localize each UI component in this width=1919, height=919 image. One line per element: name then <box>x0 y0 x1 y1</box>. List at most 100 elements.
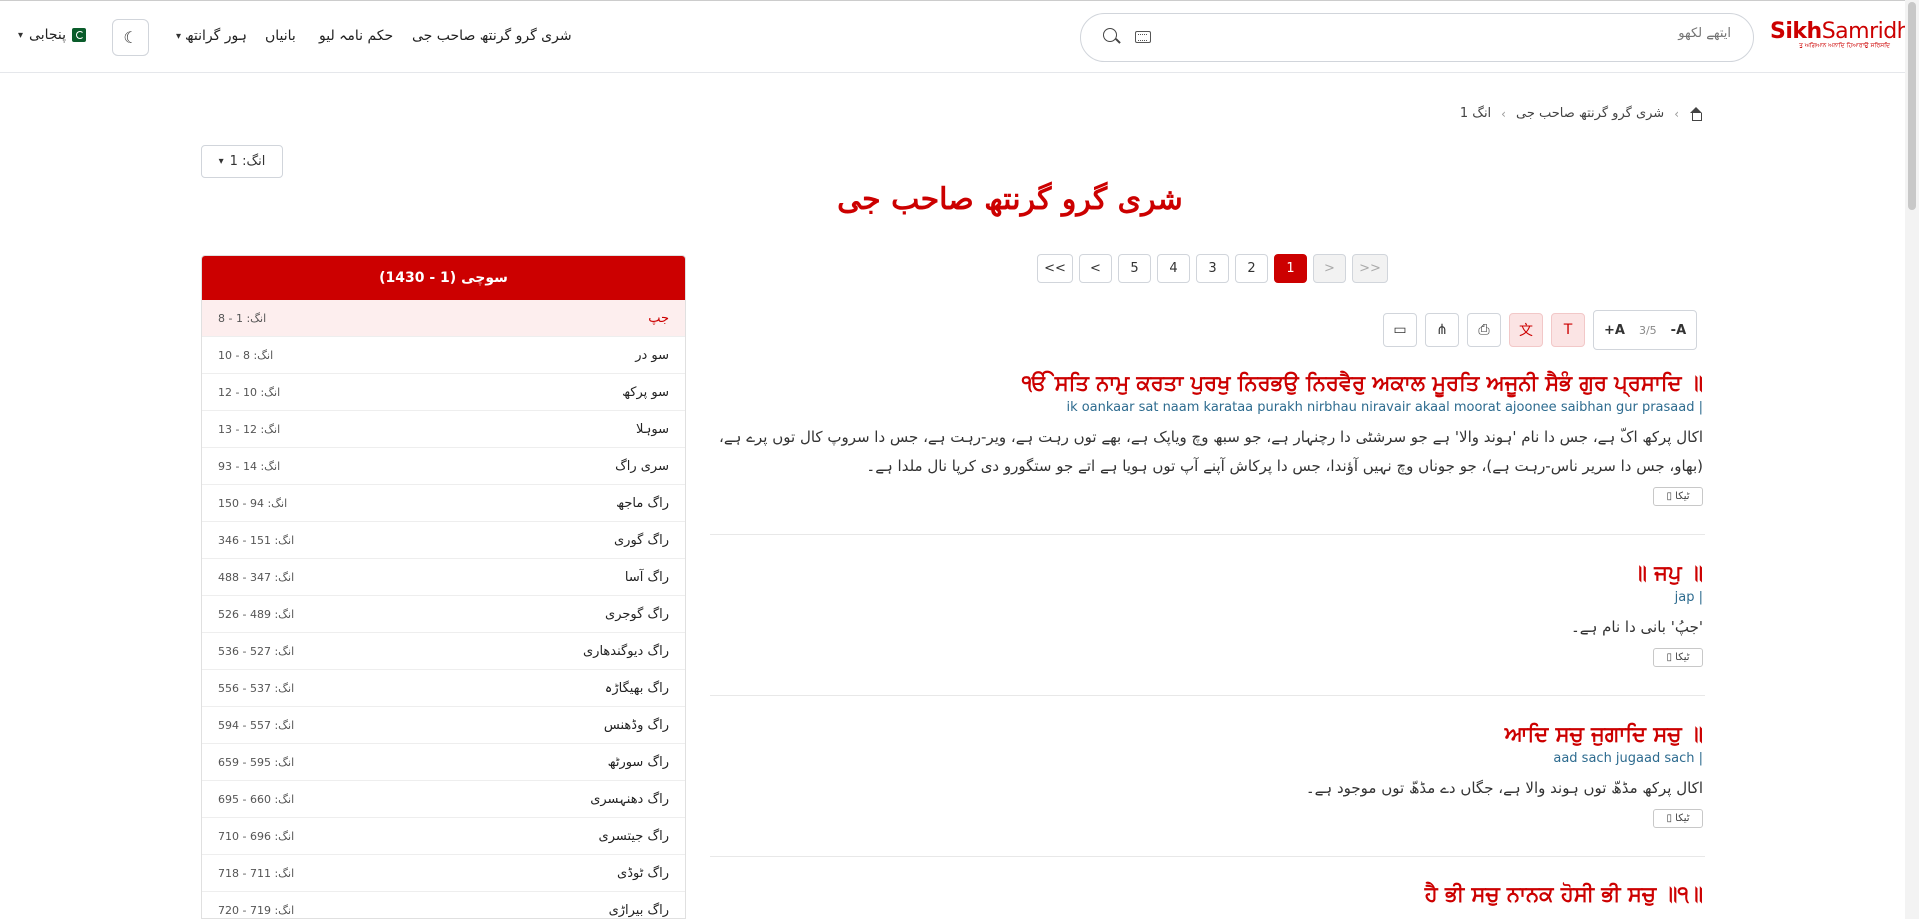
toc-item[interactable]: انگ: 595 - 659 راگ سورٹھ <box>202 744 685 781</box>
toc-item[interactable]: انگ: 12 - 13 سوہلا <box>202 411 685 448</box>
page-title: شری گرو گرنتھ صاحب جی <box>837 182 1183 217</box>
breadcrumb-sggs[interactable]: شری گرو گرنتھ صاحب جی <box>1516 106 1664 121</box>
nav-sri-guru-granth-sahib[interactable]: شری گرو گرنتھ صاحب جی <box>412 28 572 44</box>
toc-item-range: انگ: 595 - 659 <box>218 755 295 769</box>
toc-item-range: انگ: 8 - 10 <box>218 348 274 362</box>
page-last[interactable]: >> <box>1352 254 1388 283</box>
font-decrease-button[interactable]: -A <box>1661 323 1696 338</box>
toc-item[interactable]: انگ: 719 - 720 راگ بیراڑی <box>202 892 685 918</box>
font-size-value: 3/5 <box>1638 323 1657 337</box>
toc-item-range: انگ: 537 - 556 <box>218 681 295 695</box>
scrollbar-thumb[interactable] <box>1908 2 1916 210</box>
chevron-down-icon: ▾ <box>176 30 182 42</box>
toc-item[interactable]: انگ: 537 - 556 راگ بھیگاڑہ <box>202 670 685 707</box>
search-box <box>1080 13 1754 62</box>
font-increase-button[interactable]: +A <box>1594 323 1635 338</box>
share-button[interactable]: ⋔ <box>1425 313 1459 347</box>
page-2[interactable]: 2 <box>1235 254 1268 283</box>
logo-sikh: Sikh <box>1770 19 1822 44</box>
page-5[interactable]: 5 <box>1118 254 1151 283</box>
toc-item[interactable]: انگ: 696 - 710 راگ جیتسری <box>202 818 685 855</box>
keyboard-icon[interactable] <box>1135 31 1151 43</box>
ang-select[interactable]: ▾ انگ: 1 <box>201 145 283 178</box>
verse-transliteration: aad sach jugaad sach | <box>1553 751 1703 766</box>
text-icon: T <box>1563 322 1573 338</box>
toc-item-name: سوہلا <box>636 421 669 437</box>
toc-item-name: راگ وڈھنس <box>603 717 669 733</box>
toc-item[interactable]: انگ: 8 - 10 سو در <box>202 337 685 374</box>
toc-item[interactable]: انگ: 347 - 488 راگ آسا <box>202 559 685 596</box>
page-4[interactable]: 4 <box>1157 254 1190 283</box>
tika-label: ٹیکا <box>1675 813 1690 824</box>
dark-mode-toggle[interactable]: ☾ <box>112 19 149 56</box>
toc-list: انگ: 1 - 8 جپ انگ: 8 - 10 سو در انگ: 10 - 12… <box>202 300 685 918</box>
tika-button[interactable]: ▯ ٹیکا <box>1653 487 1703 506</box>
verse-block: ॥ ਜਪੁ ॥ jap | 'جپُ' بانی دا نام ہے۔ ▯ ٹی… <box>708 560 1703 667</box>
chevron-down-icon: ▾ <box>218 156 224 167</box>
logo-text: SikhSamridhi <box>1770 19 1916 44</box>
toc-item-range: انگ: 719 - 720 <box>218 903 295 917</box>
toc-item[interactable]: انگ: 10 - 12 سو پرکھ <box>202 374 685 411</box>
page-3[interactable]: 3 <box>1196 254 1229 283</box>
table-of-contents: سوچی (1 - 1430) انگ: 1 - 8 جپ انگ: 8 - 10 س… <box>201 255 686 919</box>
toc-item-range: انگ: 527 - 536 <box>218 644 295 658</box>
top-navbar: ▾ پنجابی ☾ ▾ ہور گرانتھ بانیاں حکم نامہ … <box>0 0 1919 73</box>
toc-item[interactable]: انگ: 151 - 346 راگ گوری <box>202 522 685 559</box>
toc-item[interactable]: انگ: 14 - 93 سری راگ <box>202 448 685 485</box>
text-style-toggle[interactable]: T <box>1551 313 1585 347</box>
toc-item-name: جپ <box>648 310 669 326</box>
printer-icon: ⎙ <box>1478 322 1490 338</box>
moon-icon: ☾ <box>123 28 138 47</box>
toc-item-range: انگ: 696 - 710 <box>218 829 295 843</box>
font-size-control: +A 3/5 -A <box>1593 310 1698 350</box>
toc-item-range: انگ: 12 - 13 <box>218 422 281 436</box>
search-input[interactable] <box>1211 26 1731 41</box>
nav-banis[interactable]: بانیاں <box>265 28 296 44</box>
toc-item[interactable]: انگ: 527 - 536 راگ دیوگندھاری <box>202 633 685 670</box>
breadcrumb-separator: › <box>1674 106 1679 121</box>
page-next[interactable]: > <box>1313 254 1346 283</box>
verse-meaning: اکال پرکھ اکّ ہے، جس دا نام 'ہوند والا' … <box>719 428 1703 475</box>
search-icon[interactable] <box>1103 28 1117 42</box>
page-scrollbar[interactable] <box>1905 0 1919 919</box>
page-1[interactable]: 1 <box>1274 254 1307 283</box>
tika-button[interactable]: ▯ ٹیکا <box>1653 648 1703 667</box>
home-icon[interactable] <box>1689 106 1703 121</box>
toc-item-name: راگ گوری <box>613 532 669 548</box>
nav-label: ہور گرانتھ <box>185 28 247 44</box>
nav-label: بانیاں <box>265 28 296 44</box>
sikhsamridhi-logo[interactable]: SikhSamridhi ਤੁ ਅਗਿਆਨ ਅਨਾਦਿ ਹਿਆਰਾਉ ਸਰਿਸਦ… <box>1770 19 1916 50</box>
print-button[interactable]: ⎙ <box>1467 313 1501 347</box>
verse-meaning: اکال پرکھ مڈھّ توں ہوند والا ہے، جگاں دے… <box>1305 779 1703 797</box>
language-selector[interactable]: ▾ پنجابی <box>18 27 87 43</box>
nav-label: حکم نامہ لیو <box>319 28 394 44</box>
tika-button[interactable]: ▯ ٹیکا <box>1653 809 1703 828</box>
page-first[interactable]: << <box>1037 254 1073 283</box>
page-prev[interactable]: < <box>1079 254 1112 283</box>
toc-item[interactable]: انگ: 1 - 8 جپ <box>202 300 685 337</box>
verse-block: ਆਦਿ ਸਚੁ ਜੁਗਾਦਿ ਸਚੁ ॥ aad sach jugaad sac… <box>708 721 1703 828</box>
breadcrumb-separator: › <box>1501 106 1506 121</box>
nav-hukamnama[interactable]: حکم نامہ لیو <box>319 28 393 44</box>
verse-gurmukhi: ਹੈ ਭੀ ਸਚੁ ਨਾਨਕ ਹੋਸੀ ਭੀ ਸਚੁ ॥੧॥ <box>1424 881 1703 906</box>
translation-toggle[interactable]: 文 <box>1509 313 1543 347</box>
verse-divider <box>710 856 1705 857</box>
verse-divider <box>710 695 1705 696</box>
toc-item[interactable]: انگ: 94 - 150 راگ ماجھ <box>202 485 685 522</box>
toc-item-range: انگ: 14 - 93 <box>218 459 281 473</box>
nav-more-granth[interactable]: ▾ ہور گرانتھ <box>176 28 247 44</box>
reader-toolbar: ▭ ⋔ ⎙ 文 T +A 3/5 -A <box>1383 310 1698 350</box>
toc-item-name: راگ ماجھ <box>616 495 669 511</box>
toc-item-range: انگ: 10 - 12 <box>218 385 281 399</box>
toc-item[interactable]: انگ: 660 - 695 راگ دھنہسری <box>202 781 685 818</box>
toc-item-range: انگ: 1 - 8 <box>218 311 267 325</box>
toc-item-name: راگ بھیگاڑہ <box>604 680 669 696</box>
toc-item[interactable]: انگ: 489 - 526 راگ گوجری <box>202 596 685 633</box>
share-icon: ⋔ <box>1436 322 1448 338</box>
chevron-down-icon: ▾ <box>18 29 24 41</box>
copy-button[interactable]: ▭ <box>1383 313 1417 347</box>
toc-item-name: راگ دیوگندھاری <box>583 643 669 659</box>
book-icon: ▯ <box>1666 491 1676 502</box>
toc-item[interactable]: انگ: 711 - 718 راگ ٹوڈی <box>202 855 685 892</box>
toc-item[interactable]: انگ: 557 - 594 راگ وڈھنس <box>202 707 685 744</box>
